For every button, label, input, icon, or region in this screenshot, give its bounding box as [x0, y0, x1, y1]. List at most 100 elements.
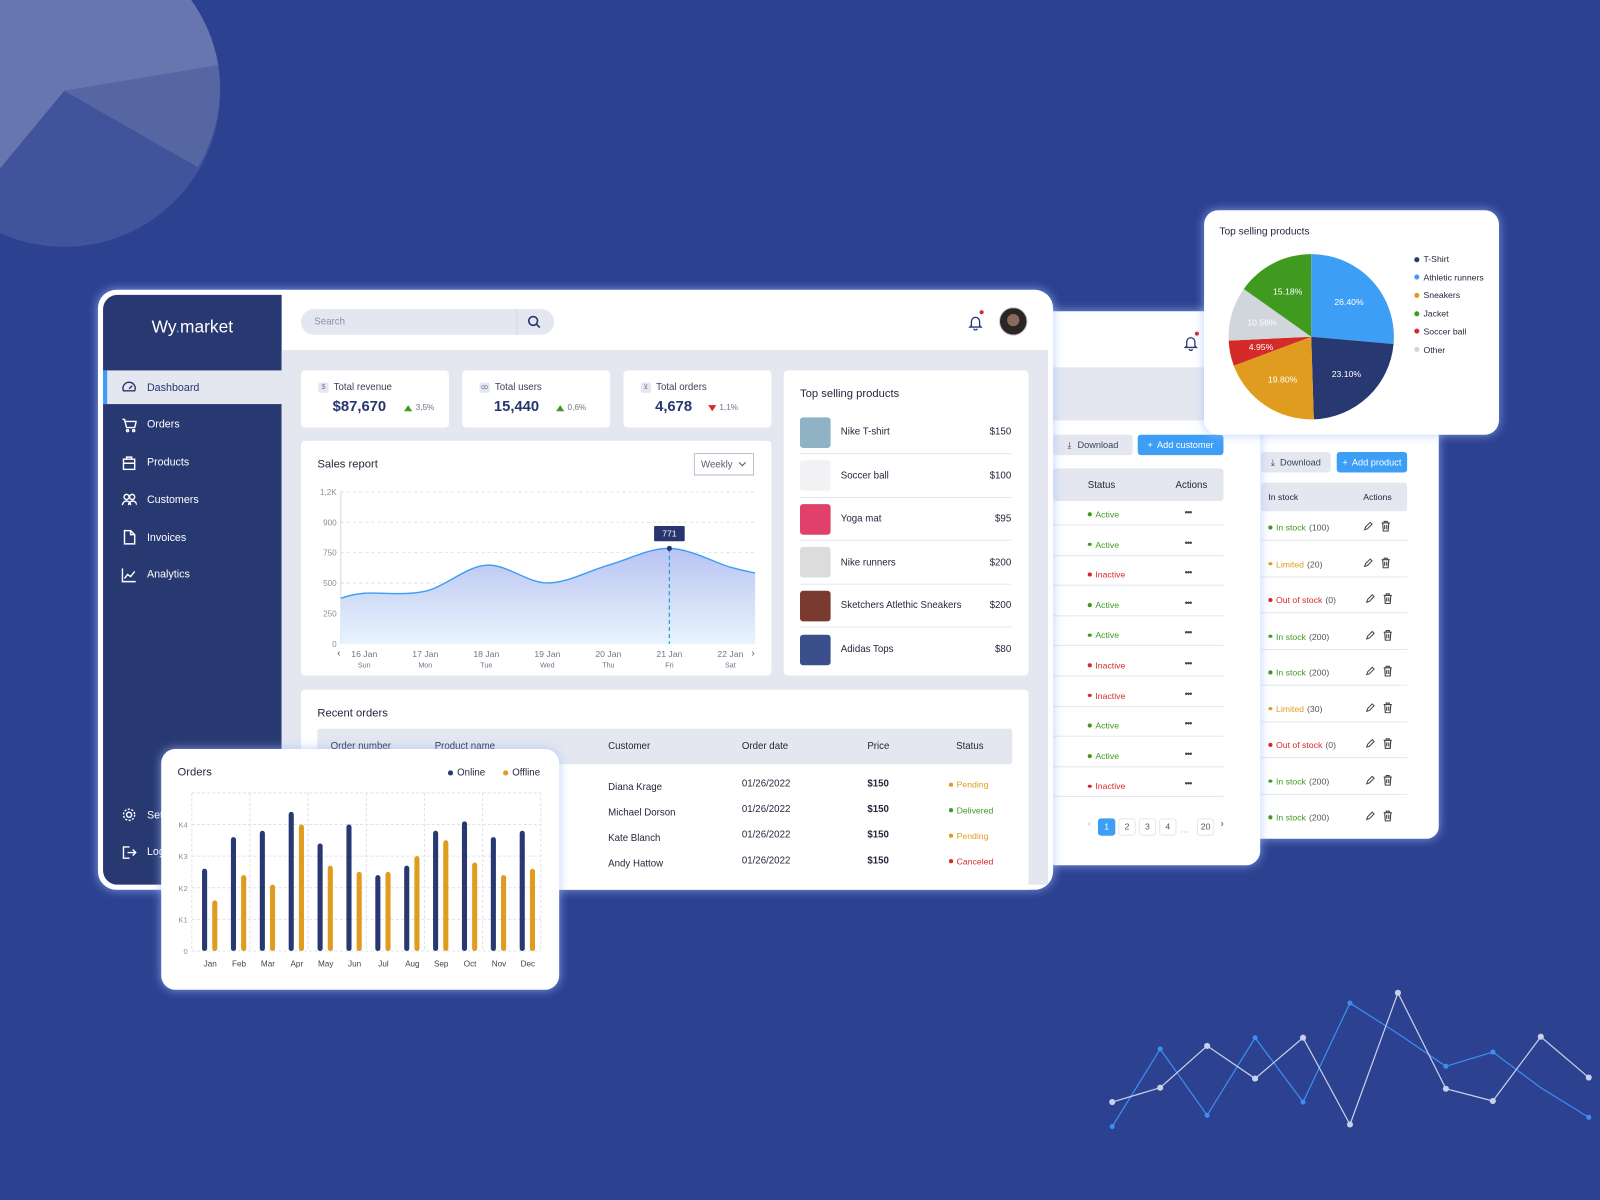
- delete-icon[interactable]: [1381, 557, 1391, 568]
- search-placeholder: Search: [314, 316, 346, 328]
- sidebar-item-analytics[interactable]: Analytics: [103, 558, 282, 592]
- edit-icon[interactable]: [1365, 629, 1375, 640]
- edit-icon[interactable]: [1365, 702, 1375, 713]
- page-button-3[interactable]: 3: [1138, 818, 1157, 836]
- dollar-icon: $: [318, 382, 329, 393]
- x-tick-label: May: [318, 959, 334, 968]
- x-tick-label: Dec: [521, 959, 536, 968]
- top-product-row[interactable]: Nike runners $200: [799, 541, 1011, 585]
- product-price: $80: [995, 643, 1012, 656]
- column-actions: Actions: [1175, 479, 1208, 491]
- order-customer: Kate Blanch: [608, 832, 661, 844]
- more-actions-icon[interactable]: •••: [1185, 719, 1193, 729]
- plus-icon: +: [1147, 439, 1153, 450]
- bell-icon[interactable]: [1183, 335, 1198, 352]
- more-actions-icon[interactable]: •••: [1185, 658, 1193, 668]
- edit-icon[interactable]: [1365, 593, 1375, 604]
- top-product-row[interactable]: Adidas Tops $80: [799, 628, 1012, 672]
- y-tick-label: 900: [323, 518, 337, 527]
- product-price: $150: [989, 426, 1012, 438]
- bell-icon[interactable]: [968, 314, 983, 331]
- sidebar-item-orders[interactable]: Orders: [103, 408, 282, 442]
- sales-line-chart: 02505007509001,2K77116 JanSun17 JanMon18…: [320, 488, 756, 669]
- divider: [1053, 735, 1224, 737]
- tooltip-value: 771: [662, 529, 677, 539]
- search-icon[interactable]: [527, 315, 541, 329]
- bar-online-apr: [288, 811, 294, 952]
- more-actions-icon[interactable]: •••: [1185, 628, 1193, 638]
- product-name: Soccer ball: [840, 469, 889, 482]
- highlight-point[interactable]: [666, 545, 672, 551]
- download-button[interactable]: ⤓ Download: [1053, 434, 1133, 456]
- top-product-row[interactable]: Sketchers Atlethic Sneakers $200: [799, 584, 1012, 628]
- page-button-4[interactable]: 4: [1159, 818, 1177, 836]
- customer-status-badge: Active: [1088, 539, 1119, 549]
- delete-icon[interactable]: [1383, 774, 1393, 786]
- gear-icon: [122, 808, 136, 822]
- edit-icon[interactable]: [1365, 738, 1375, 749]
- top-product-row[interactable]: Soccer ball $100: [799, 454, 1011, 498]
- download-button[interactable]: ⤓ Download: [1261, 452, 1331, 473]
- customer-status-badge: Active: [1088, 721, 1119, 731]
- top-product-row[interactable]: Nike T-shirt $150: [799, 410, 1012, 454]
- background-line-decoration: [1109, 989, 1592, 1130]
- delete-icon[interactable]: [1383, 593, 1393, 605]
- bar-online-jan: [202, 868, 208, 952]
- delete-icon[interactable]: [1383, 629, 1393, 641]
- stock-status-badge: In stock (200): [1268, 812, 1329, 822]
- bar-offline-oct: [472, 862, 478, 952]
- download-icon: ⤓: [1067, 439, 1072, 450]
- bar-offline-dec: [529, 868, 535, 952]
- y-tick-label: K4: [178, 821, 188, 830]
- legend-dot: [1414, 328, 1420, 334]
- delete-icon[interactable]: [1383, 810, 1393, 822]
- pie-slice-label: 15.18%: [1273, 286, 1303, 296]
- sidebar-item-dashboard[interactable]: Dashboard: [103, 370, 282, 405]
- chart-next-icon[interactable]: ›: [751, 648, 754, 659]
- delete-icon[interactable]: [1383, 665, 1393, 677]
- edit-icon[interactable]: [1365, 774, 1375, 785]
- page-button-1[interactable]: 1: [1097, 818, 1116, 836]
- customer-status-badge: Inactive: [1088, 781, 1125, 791]
- add-customer-button[interactable]: + Add customer: [1137, 434, 1224, 456]
- more-actions-icon[interactable]: •••: [1185, 688, 1193, 698]
- page-button-2[interactable]: 2: [1118, 818, 1136, 836]
- x-tick-label: Sep: [434, 959, 449, 968]
- more-actions-icon[interactable]: •••: [1185, 779, 1193, 789]
- add-product-button[interactable]: + Add product: [1336, 452, 1408, 473]
- delete-icon[interactable]: [1383, 738, 1393, 749]
- search-input[interactable]: Search: [301, 309, 555, 335]
- avatar[interactable]: [998, 307, 1028, 336]
- top-product-row[interactable]: Yoga mat $95: [799, 497, 1011, 541]
- more-actions-icon[interactable]: •••: [1185, 598, 1193, 608]
- edit-icon[interactable]: [1365, 810, 1375, 821]
- edit-icon[interactable]: [1363, 557, 1373, 568]
- product-thumbnail: [799, 547, 831, 578]
- product-price: $200: [989, 600, 1012, 612]
- order-date: 01/26/2022: [741, 804, 791, 816]
- bar-offline-jun: [356, 871, 362, 952]
- more-actions-icon[interactable]: •••: [1185, 537, 1193, 547]
- more-actions-icon[interactable]: •••: [1185, 568, 1193, 578]
- users-icon: ꝏ: [479, 382, 490, 393]
- divider: [1261, 612, 1408, 614]
- delete-icon[interactable]: [1381, 520, 1391, 532]
- sidebar-item-invoices[interactable]: Invoices: [103, 521, 282, 555]
- y-tick-label: 1,2K: [320, 488, 337, 497]
- page-button-last[interactable]: 20: [1196, 818, 1215, 836]
- sidebar-item-customers[interactable]: Customers: [103, 483, 282, 517]
- delete-icon[interactable]: [1383, 701, 1393, 713]
- x-weekday-label: Thu: [602, 661, 614, 669]
- legend-item: Jacket: [1414, 308, 1449, 318]
- sidebar-item-products[interactable]: Products: [103, 446, 282, 480]
- more-actions-icon[interactable]: •••: [1185, 749, 1193, 759]
- chart-prev-icon[interactable]: ‹: [337, 648, 340, 659]
- prev-page-icon[interactable]: ‹: [1088, 818, 1091, 828]
- divider: [1053, 796, 1224, 798]
- recent-orders-title: Recent orders: [317, 707, 388, 720]
- order-status-badge: Pending: [949, 780, 989, 790]
- edit-icon[interactable]: [1363, 520, 1373, 531]
- next-page-icon[interactable]: ›: [1220, 818, 1223, 829]
- more-actions-icon[interactable]: •••: [1185, 507, 1193, 517]
- edit-icon[interactable]: [1365, 665, 1375, 676]
